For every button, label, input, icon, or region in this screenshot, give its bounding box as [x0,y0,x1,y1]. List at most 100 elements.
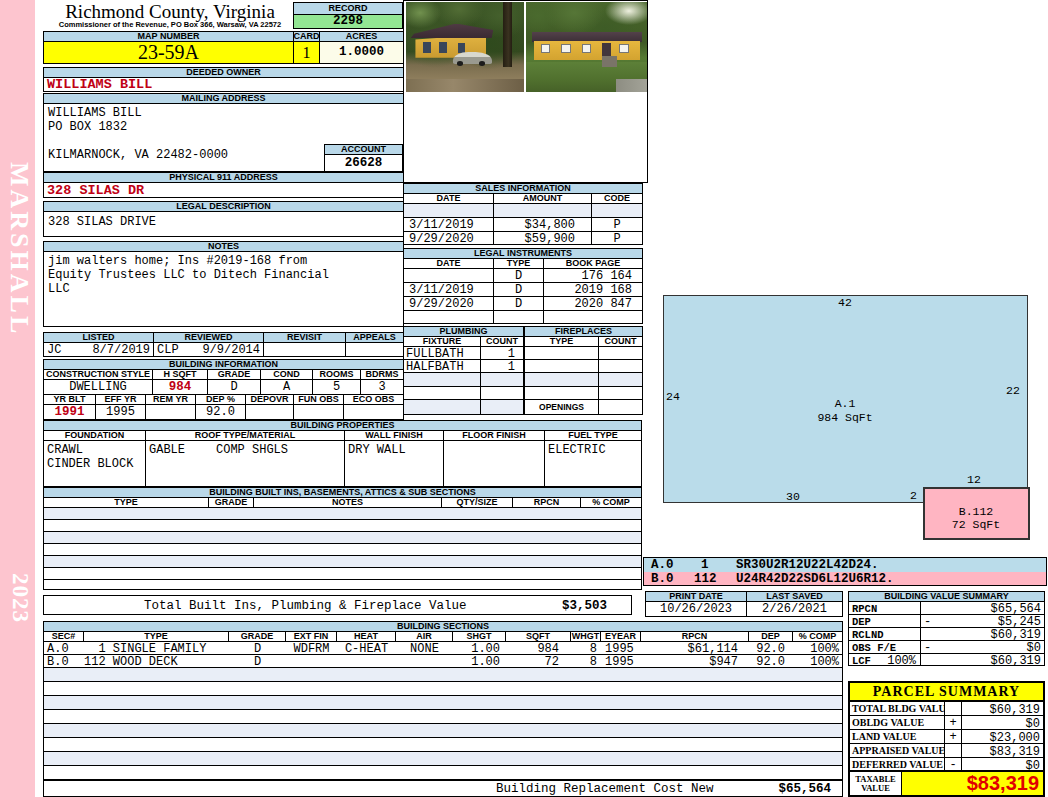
instr-date [404,269,494,282]
listed-by: JC [47,343,61,356]
parcel-name: TOTAL BLDG VALUE [850,702,945,715]
parcel-name: APPRAISED VALUE [850,744,945,757]
instr-date: 3/11/2019 [404,283,494,296]
type-value: 1 SINGLE FAMILY [84,642,206,656]
taxable-label: TAXABLE VALUE [850,772,902,795]
bvs-row: LCF 100% $60,319 [849,654,1044,666]
parcel-value: $60,319 [990,703,1040,715]
plumbing-row: FULLBATH 1 [404,347,523,360]
instr-type: D [494,269,544,282]
print-date-label: PRINT DATE [646,592,747,602]
replacement-cost-box: Building Replacement Cost New $65,564 [43,780,843,797]
wall-finish-value: DRY WALL [348,443,406,457]
vector-sec: A.0 [651,558,674,572]
building-sections-box: BUILDING SECTIONS SEC# TYPE GRADE EXT FI… [43,621,843,668]
photo-panel [403,0,648,183]
parcel-op: + [945,716,962,729]
builtins-qty-label: QTY/SIZE [442,498,513,508]
wall-finish-label: WALL FINISH [345,431,444,441]
appeals-label: APPEALS [346,333,403,343]
notes-line-2: Equity Trustees LLC to Ditech Financial [48,268,329,282]
mailing-line-1: WILLIAMS BILL [48,106,142,120]
notes-line-3: LLC [48,282,70,296]
fireplace-count-label: COUNT [599,337,642,347]
cond-value: A [261,380,313,395]
foundation-value-1: CRAWL [47,443,83,457]
bvs-value: $0 [1027,641,1041,653]
section-row-a: A.0 1 SINGLE FAMILY D WDFRM C-HEAT NONE … [44,642,842,655]
total-builtins-box: Total Built Ins, Plumbing & Fireplace Va… [43,595,632,615]
rpcn-label: RPCN [641,632,749,642]
sqft-label: SQFT [506,632,571,642]
openings-label: OPENINGS [525,400,599,414]
comp-label: % COMP [793,632,842,642]
whgt-value: 8 [571,655,597,669]
reviewed-date: 9/9/2014 [184,343,260,356]
section-b-sqft: 72 SqFt [940,518,1012,532]
builtins-comp-label: % COMP [581,498,641,508]
parcel-name: LAND VALUE [850,730,945,743]
shgt-value: 1.00 [453,642,500,656]
section-a-sqft: 984 SqFt [805,411,885,425]
plumbing-count-label: COUNT [481,337,523,347]
dim-left: 24 [666,390,680,404]
shgt-label: SHGT [453,632,506,642]
sec-label: SEC# [44,632,84,642]
bvs-value: $65,564 [991,602,1041,614]
dim-right: 22 [1006,384,1020,398]
parcel-op [945,702,962,715]
instr-date: 9/29/2020 [404,297,494,310]
eyear-label: EYEAR [601,632,641,642]
account-value: 26628 [325,155,402,171]
air-label: AIR [396,632,453,642]
bvs-name: DEP [852,616,871,627]
sale-date: 3/11/2019 [404,218,494,231]
heat-value: C-HEAT [337,642,396,656]
house-photo-front [526,2,647,92]
eyear-value: 1995 [605,655,634,669]
hsqft-value: 984 [153,380,208,395]
dim-b-top: 12 [960,473,988,487]
physical-address-box: PHYSICAL 911 ADDRESS 328 SILAS DR [43,172,404,198]
legal-description-value: 328 SILAS DRIVE [48,215,156,229]
vector-codes-box: A.0 1 SR30U2R12U22L42D24. B.0 112 U24R42… [643,557,1047,586]
section-b-name: B.112 [940,505,1012,519]
fixture-label: FIXTURE [404,337,481,347]
sale-amount: $34,800 [494,218,592,231]
effyr-label: EFF YR [96,395,146,405]
grade-value: D [208,380,261,395]
vector-path: SR30U2R12U22L42D24. [736,558,879,572]
parcel-summary-label: PARCEL SUMMARY [850,683,1043,702]
dep-label: DEP [749,632,793,642]
vector-path: U24R42D22SD6L12U6R12. [736,572,894,586]
vector-sec: B.0 [651,572,674,586]
commissioner-line: Commissioner of the Revenue, PO Box 366,… [45,20,295,29]
sqft-value: 984 [506,642,559,656]
comp-value: 100% [793,655,839,669]
bvs-value: $5,245 [998,615,1041,627]
taxable-row: TAXABLE VALUE $83,319 [850,772,1043,795]
vector-code-b: B.0 112 U24R42D22SD6L12U6R12. [644,572,1046,585]
house-photo-side [406,2,524,92]
bvs-row: RPCN $65,564 [849,602,1044,615]
fixture-count: 1 [481,360,523,372]
account-box: ACCOUNT 26628 [324,144,403,172]
sale-amount: $59,900 [494,232,592,245]
card-label: CARD [294,32,320,42]
building-properties-label: BUILDING PROPERTIES [44,421,641,431]
instr-type: D [494,297,544,310]
construction-style-value: DWELLING [44,380,153,395]
air-value: NONE [396,642,453,656]
sales-row: 3/11/2019 $34,800 P [404,218,642,232]
parcel-name: OBLDG VALUE [850,716,945,729]
roof-label: ROOF TYPE/MATERIAL [146,431,345,441]
record-box: RECORD 2298 [293,2,403,29]
fuel-type-value: ELECTRIC [548,443,606,457]
bvs-op: - [924,641,931,653]
fixture-count: 1 [481,347,523,359]
bvs-name: RCLND [852,629,884,640]
building-information-box: BUILDING INFORMATION CONSTRUCTION STYLE … [43,359,404,420]
building-value-summary-box: BUILDING VALUE SUMMARY RPCN $65,564 DEP … [848,591,1045,666]
print-date-value: 10/26/2023 [646,602,747,616]
account-label: ACCOUNT [325,145,402,155]
